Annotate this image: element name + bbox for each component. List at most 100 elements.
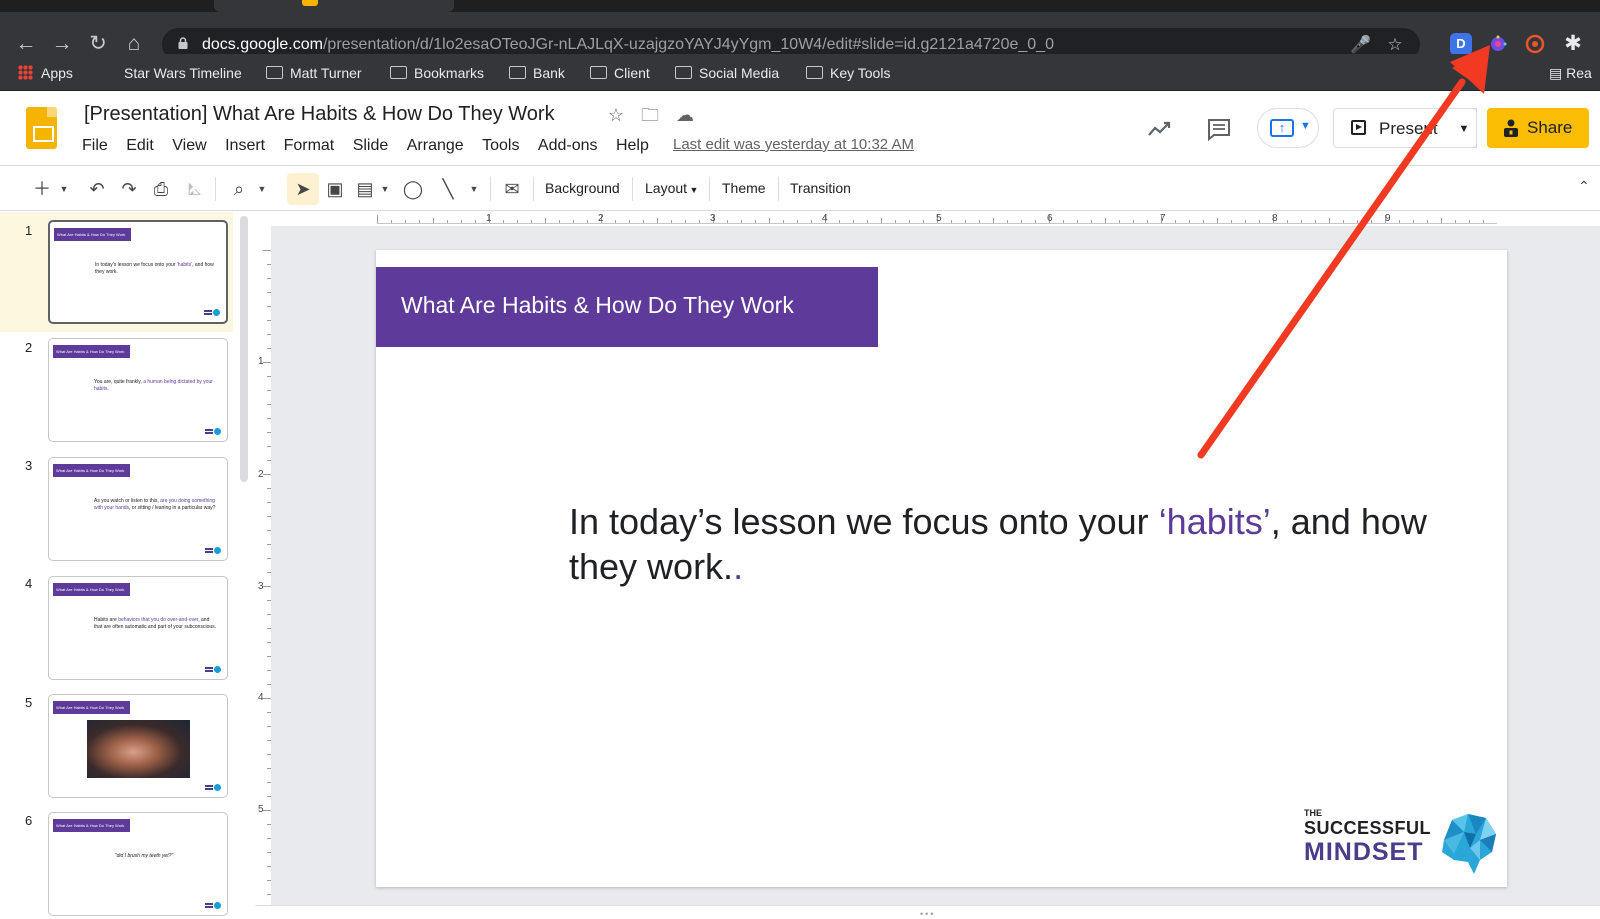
collapse-menus-chevron-up-icon[interactable]: ⌃ xyxy=(1578,178,1590,195)
insert-image-icon[interactable]: ▤ xyxy=(354,178,376,200)
slides-logo-icon[interactable] xyxy=(26,107,57,149)
present-dropdown-chevron-icon[interactable]: ▼ xyxy=(1452,108,1477,148)
ruler-tick xyxy=(1357,220,1358,223)
lock-icon[interactable] xyxy=(178,37,188,49)
redo-icon[interactable]: ↷ xyxy=(118,178,140,200)
ruler-tick xyxy=(867,220,868,223)
paint-format-icon[interactable]: ⛡ xyxy=(184,178,204,200)
cloud-saved-icon[interactable]: ☁ xyxy=(675,105,695,125)
background-button[interactable]: Background xyxy=(545,180,620,196)
back-icon[interactable]: ← xyxy=(14,32,38,56)
ruler-tick xyxy=(1063,220,1064,223)
line-chevron-icon[interactable]: ▼ xyxy=(468,178,480,200)
bookmark-key-tools[interactable]: Key Tools xyxy=(806,63,890,83)
ruler-tick xyxy=(909,220,910,223)
menu-help[interactable]: Help xyxy=(616,137,649,155)
extensions-puzzle-icon[interactable]: ✱ xyxy=(1561,32,1585,56)
document-title[interactable]: [Presentation] What Are Habits & How Do … xyxy=(84,103,555,126)
transition-button[interactable]: Transition xyxy=(790,180,851,196)
comments-icon[interactable] xyxy=(1206,116,1232,142)
home-icon[interactable]: ⌂ xyxy=(122,32,146,56)
zoom-chevron-icon[interactable]: ▼ xyxy=(256,178,268,200)
slide-number: 3 xyxy=(25,458,33,473)
print-icon[interactable]: ⎙ xyxy=(150,178,172,200)
thumb-title-bar: What Are Habits & How Do They Work xyxy=(53,819,130,832)
filmstrip-scrollbar[interactable] xyxy=(240,216,248,482)
chevron-down-icon: ▼ xyxy=(1300,120,1311,132)
activity-trend-icon[interactable] xyxy=(1146,116,1172,142)
ruler-tick xyxy=(881,218,882,223)
layout-button[interactable]: Layout ▼ xyxy=(645,180,698,196)
new-slide-plus-icon[interactable]: ＋ xyxy=(32,178,52,200)
ruler-tick xyxy=(267,838,271,839)
bookmark-matt-turner[interactable]: Matt Turner xyxy=(266,63,362,83)
star-icon[interactable]: ☆ xyxy=(606,105,626,125)
browser-tab-active[interactable] xyxy=(214,0,454,12)
new-slide-chevron-icon[interactable]: ▼ xyxy=(58,178,70,200)
text-box-icon[interactable]: ▣ xyxy=(323,178,347,200)
bookmark-star-icon[interactable]: ☆ xyxy=(1386,36,1404,54)
line-icon[interactable]: ╲ xyxy=(436,178,460,200)
menu-slide[interactable]: Slide xyxy=(353,137,389,155)
slide-thumbnail-1[interactable]: What Are Habits & How Do They Work In to… xyxy=(48,220,228,324)
menu-view[interactable]: View xyxy=(172,137,206,155)
slide-thumbnail-3[interactable]: What Are Habits & How Do They Work As yo… xyxy=(48,457,228,561)
thumb-body-text: As you watch or listen to this, are you … xyxy=(94,498,216,511)
extension-red-icon[interactable] xyxy=(1524,33,1546,55)
menu-tools[interactable]: Tools xyxy=(482,137,519,155)
bookmark-social-media[interactable]: Social Media xyxy=(675,63,779,83)
toolbar-separator xyxy=(215,177,216,201)
thumb-body-text: You are, quite frankly, a human being di… xyxy=(94,379,213,392)
slide-title-box[interactable]: What Are Habits & How Do They Work xyxy=(376,267,878,347)
menu-add-ons[interactable]: Add-ons xyxy=(538,137,598,155)
bookmark-apps[interactable]: Apps xyxy=(18,63,73,83)
shape-icon[interactable]: ◯ xyxy=(401,178,425,200)
folder-icon xyxy=(675,66,692,79)
slide-body-text[interactable]: In today’s lesson we focus onto your ‘ha… xyxy=(569,499,1429,589)
add-comment-icon[interactable]: ✉ xyxy=(500,178,524,200)
slide-filmstrip: 1 What Are Habits & How Do They Work In … xyxy=(0,212,255,918)
share-button[interactable]: Share xyxy=(1487,108,1589,148)
extension-colorful-icon[interactable] xyxy=(1487,33,1509,55)
slide-thumbnail-6[interactable]: What Are Habits & How Do They Work "did … xyxy=(48,812,228,916)
menu-arrange[interactable]: Arrange xyxy=(407,137,464,155)
ruler-tick xyxy=(1371,220,1372,223)
menu-insert[interactable]: Insert xyxy=(225,137,265,155)
menu-edit[interactable]: Edit xyxy=(126,137,154,155)
bookmark-star-wars-timeline[interactable]: Star Wars Timeline xyxy=(124,63,242,83)
reload-icon[interactable]: ↻ xyxy=(86,32,110,56)
forward-icon[interactable]: → xyxy=(50,32,74,56)
slide-thumbnail-4[interactable]: What Are Habits & How Do They Work Habit… xyxy=(48,576,228,680)
ruler-tick xyxy=(263,362,271,363)
select-cursor-icon[interactable]: ➤ xyxy=(292,178,314,200)
bookmark-bank[interactable]: Bank xyxy=(509,63,565,83)
present-to-meeting-button[interactable]: ↑ ▼ xyxy=(1257,108,1319,148)
last-edit-link[interactable]: Last edit was yesterday at 10:32 AM xyxy=(673,136,914,153)
ruler-tick xyxy=(267,432,271,433)
undo-icon[interactable]: ↶ xyxy=(86,178,108,200)
ruler-tick xyxy=(267,796,271,797)
ruler-tick xyxy=(267,768,271,769)
ruler-tick xyxy=(587,220,588,223)
ruler-tick xyxy=(1231,220,1232,223)
menu-format[interactable]: Format xyxy=(284,137,335,155)
ruler-tick xyxy=(699,220,700,223)
theme-button[interactable]: Theme xyxy=(722,180,766,196)
ruler-tick xyxy=(741,220,742,223)
url-text[interactable]: docs.google.com/presentation/d/1lo2esaOT… xyxy=(202,36,1054,54)
image-chevron-icon[interactable]: ▼ xyxy=(379,178,391,200)
microphone-icon[interactable]: 🎤 xyxy=(1350,36,1371,54)
reading-list[interactable]: ▤ Rea xyxy=(1549,63,1592,83)
bookmark-client[interactable]: Client xyxy=(590,63,650,83)
browser-toolbar: ← → ↻ ⌂ docs.google.com/presentation/d/1… xyxy=(0,12,1600,61)
move-folder-icon[interactable]: 🗀 xyxy=(640,105,660,125)
bookmark-bookmarks[interactable]: Bookmarks xyxy=(390,63,484,83)
current-slide[interactable]: What Are Habits & How Do They Work In to… xyxy=(376,250,1507,887)
menu-file[interactable]: File xyxy=(82,137,108,155)
zoom-icon[interactable]: ⌕ xyxy=(228,178,250,200)
ruler-number: 4 xyxy=(822,213,828,224)
ruler-tick xyxy=(545,218,546,223)
extension-d-icon[interactable]: D xyxy=(1450,33,1472,55)
slide-thumbnail-5[interactable]: What Are Habits & How Do They Work xyxy=(48,694,228,798)
slide-thumbnail-2[interactable]: What Are Habits & How Do They Work You a… xyxy=(48,338,228,442)
